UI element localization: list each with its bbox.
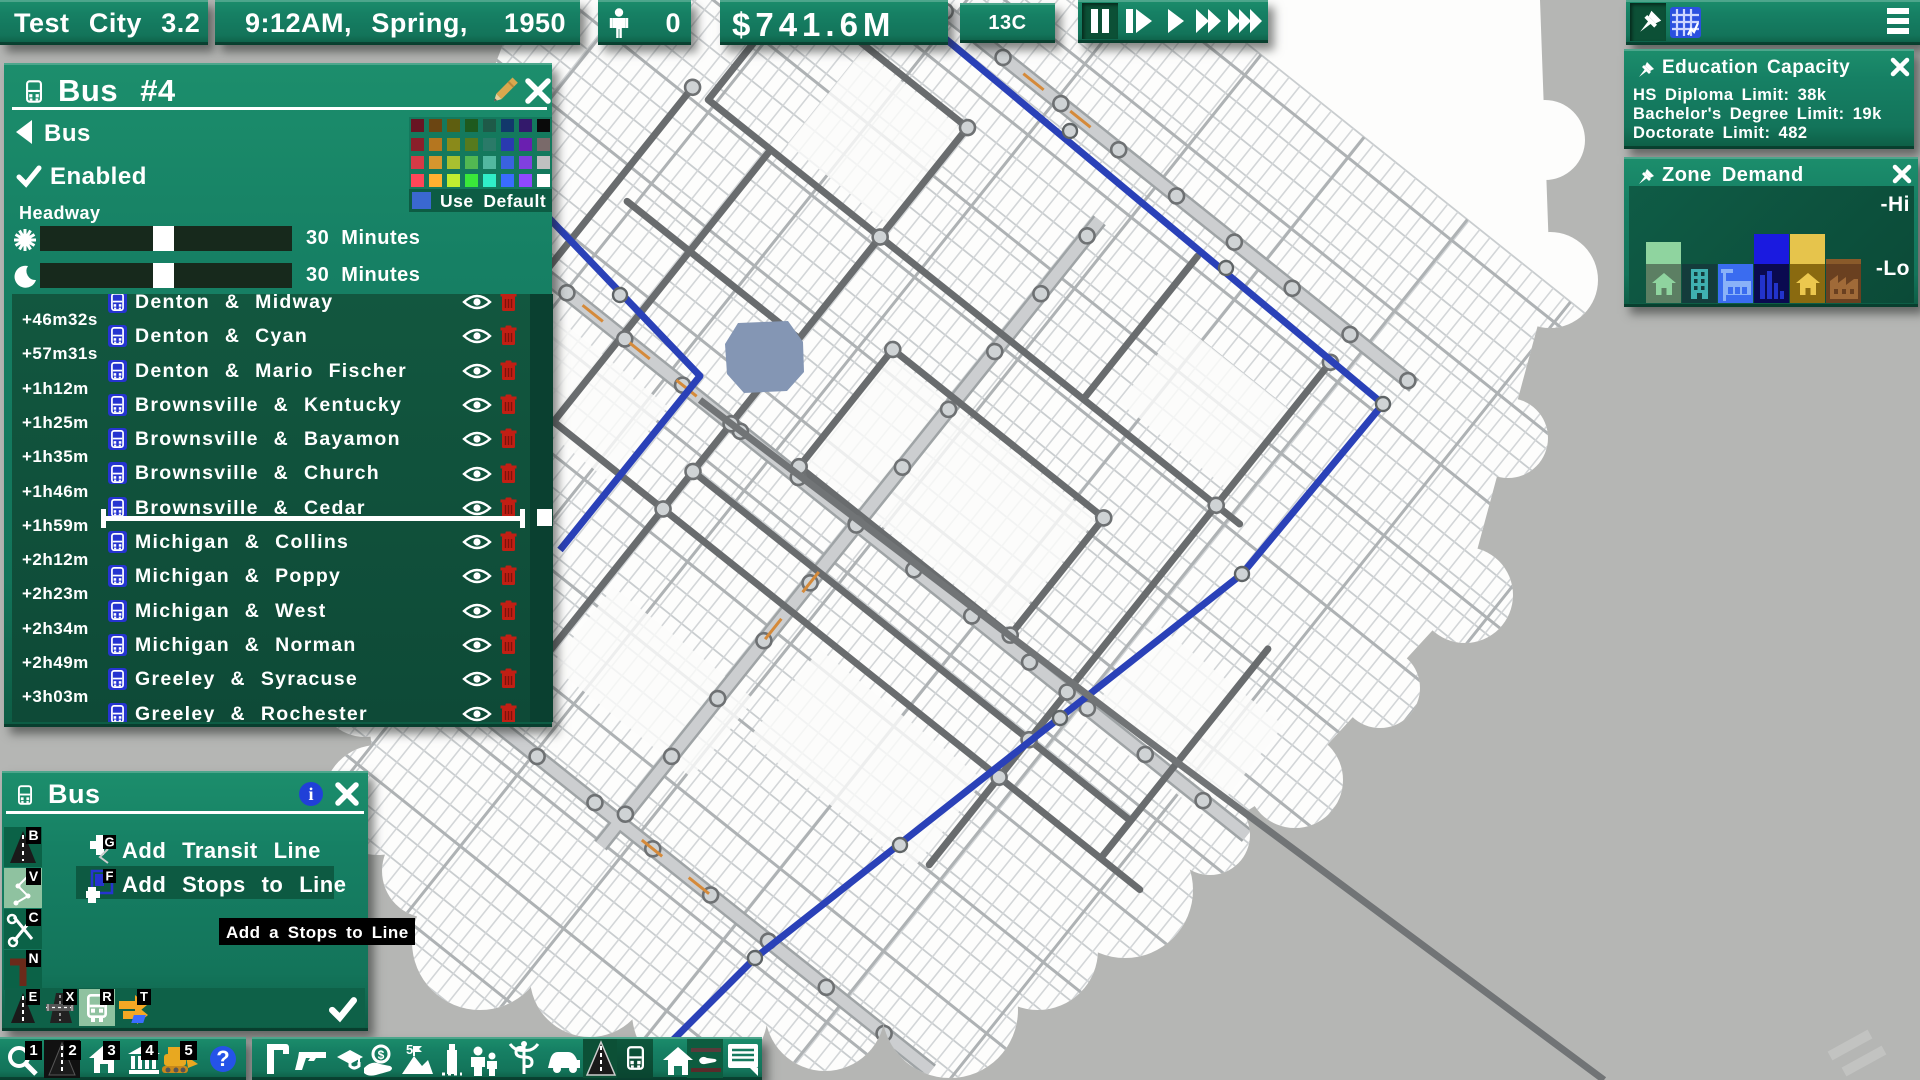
svg-text:?: ? [216,1046,229,1071]
svg-text:i: i [308,784,313,804]
svg-text:F: F [106,869,114,884]
svg-text:5: 5 [406,1042,413,1057]
svg-text:G: G [104,835,114,850]
svg-text:$: $ [378,1048,385,1062]
